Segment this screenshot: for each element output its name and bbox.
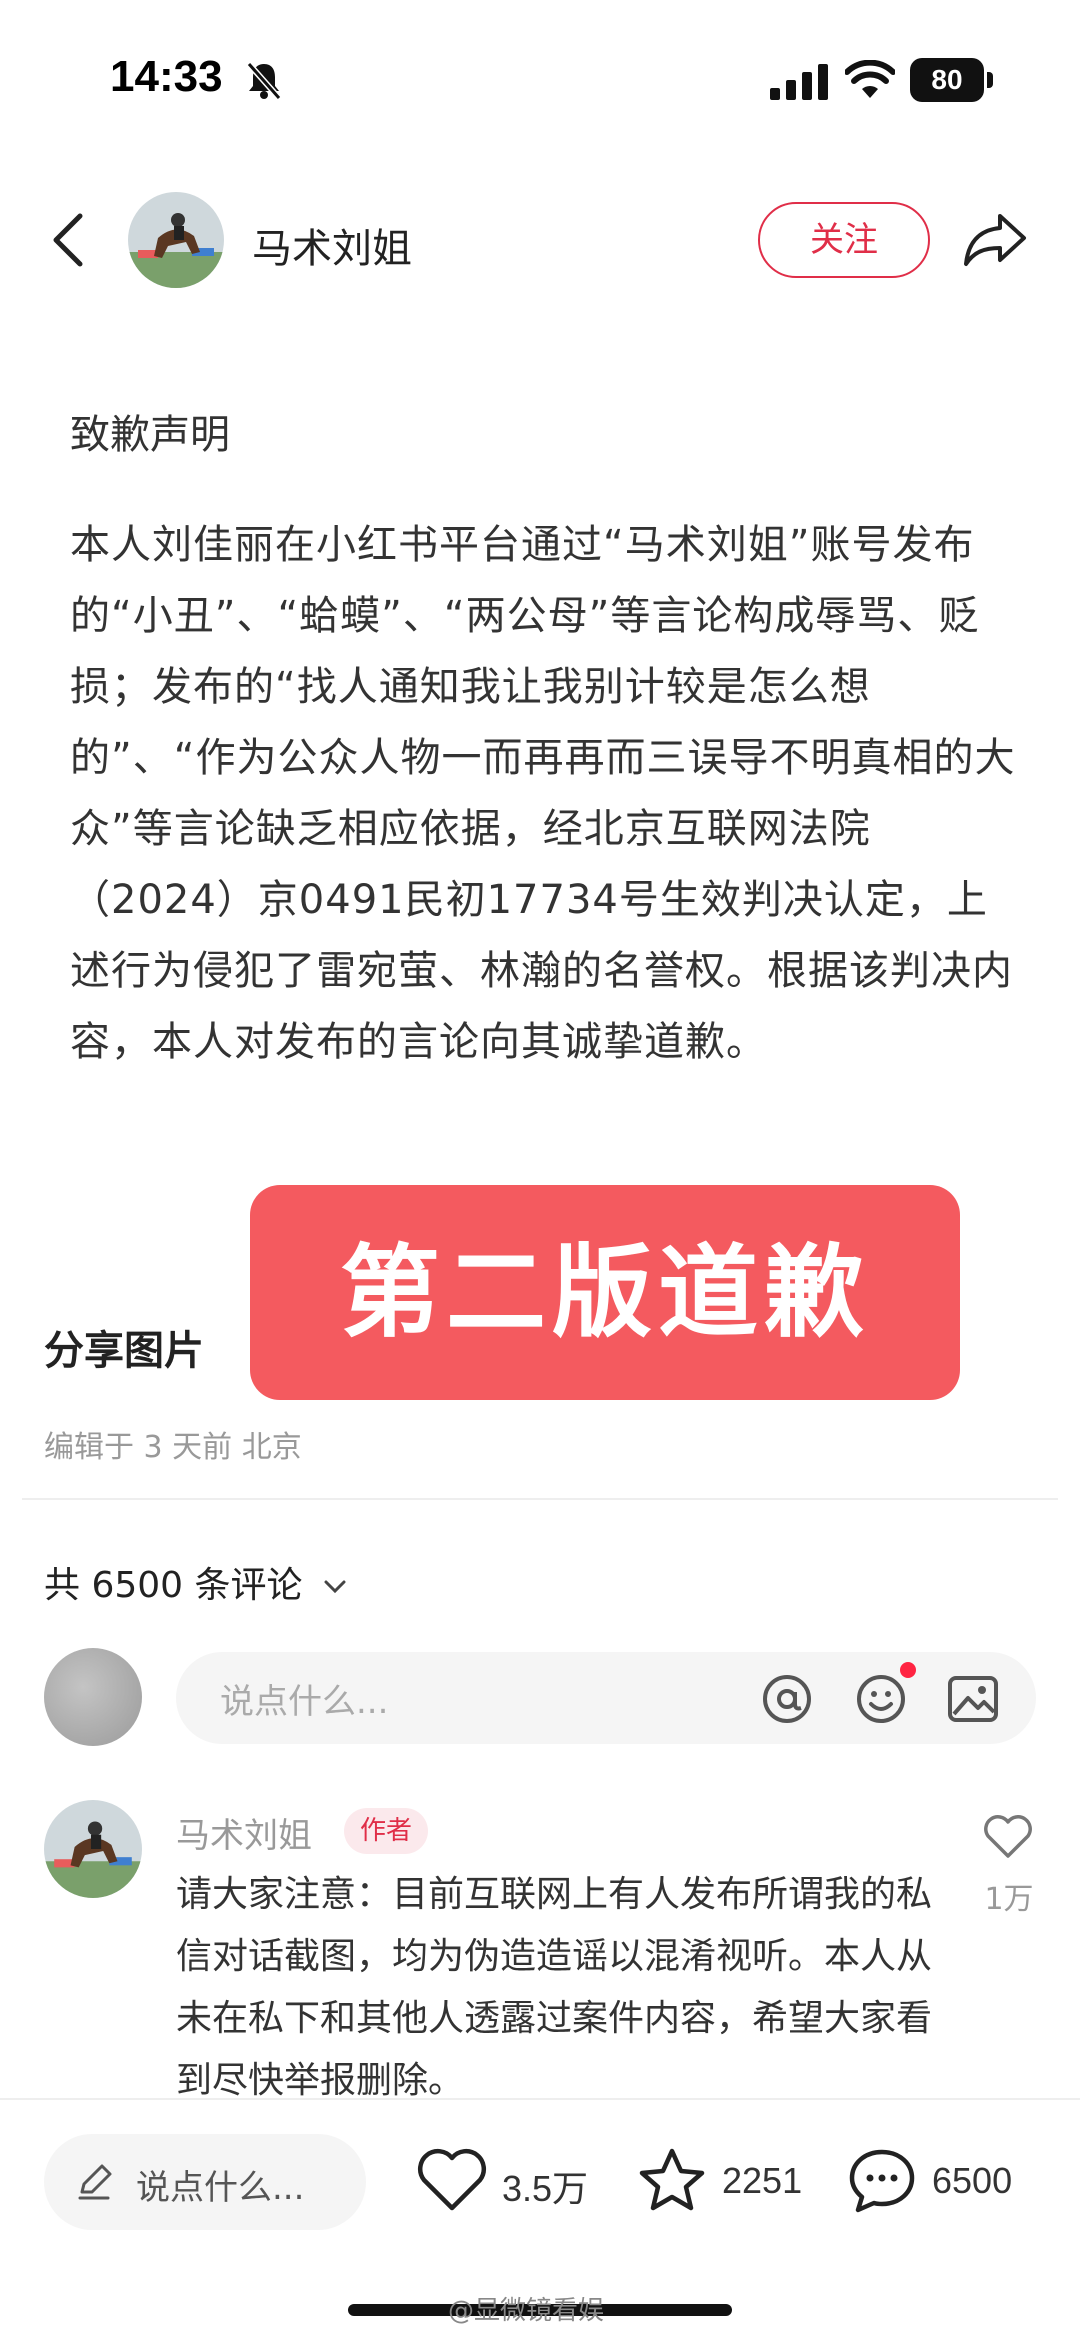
- note-title: 致歉声明: [70, 412, 230, 458]
- note-content: 致歉声明 本人刘佳丽在小红书平台通过“马术刘姐”账号发布的“小丑”、“蛤蟆”、“…: [70, 400, 1020, 1078]
- edit-info: 编辑于 3 天前 北京: [44, 1430, 302, 1465]
- share-images-label: 分享图片: [44, 1328, 204, 1374]
- pencil-icon: [78, 2164, 112, 2200]
- author-name[interactable]: 马术刘姐: [252, 216, 412, 274]
- chevron-down-icon: [324, 1580, 346, 1594]
- battery-level: 80: [910, 58, 984, 102]
- bottom-comment-input[interactable]: 说点什么...: [44, 2134, 366, 2230]
- at-mention-icon[interactable]: [760, 1672, 814, 1726]
- bottom-input-label: 说点什么...: [136, 2168, 305, 2208]
- share-icon[interactable]: [962, 210, 1028, 270]
- user-avatar: [44, 1648, 142, 1746]
- battery-icon: 80: [910, 58, 994, 102]
- comment-count-label: 共 6500 条评论: [44, 1565, 303, 1606]
- comment-action[interactable]: 6500: [846, 2140, 1046, 2224]
- comment-count[interactable]: 共 6500 条评论: [44, 1556, 346, 1608]
- divider: [22, 1498, 1058, 1500]
- comment-like-count: 1万: [984, 1882, 1034, 1917]
- watermark: @显微镜看娱: [448, 2296, 605, 2326]
- note-body: 本人刘佳丽在小红书平台通过“马术刘姐”账号发布的“小丑”、“蛤蟆”、“两公母”等…: [70, 522, 1016, 1065]
- image-icon[interactable]: [946, 1672, 1000, 1726]
- wifi-icon: [845, 60, 895, 98]
- comment-author-avatar[interactable]: [44, 1800, 142, 1898]
- note-header: 马术刘姐 关注: [0, 180, 1080, 300]
- overlay-banner: 第二版道歉: [250, 1185, 960, 1400]
- status-bar: 14:33 80: [0, 0, 1080, 150]
- author-avatar[interactable]: [128, 192, 224, 288]
- bell-muted-icon: [246, 62, 282, 100]
- back-icon[interactable]: [48, 210, 88, 270]
- comment-author[interactable]: 马术刘姐: [176, 1808, 312, 1857]
- heart-icon[interactable]: [982, 1812, 1034, 1860]
- collect-action[interactable]: 2251: [636, 2140, 816, 2224]
- like-action[interactable]: 3.5万: [416, 2140, 606, 2224]
- star-icon: [639, 2148, 705, 2211]
- comment-input[interactable]: 说点什么...: [176, 1652, 1036, 1744]
- comment-total: 6500: [932, 2160, 1013, 2201]
- collect-count: 2251: [722, 2160, 803, 2201]
- overlay-text: 第二版道歉: [340, 1234, 870, 1351]
- like-count: 3.5万: [502, 2168, 589, 2209]
- author-badge: 作者: [344, 1808, 428, 1854]
- comment-bubble-icon: [849, 2149, 915, 2213]
- follow-button[interactable]: 关注: [758, 202, 930, 278]
- emoji-icon[interactable]: [854, 1672, 908, 1726]
- status-time: 14:33: [110, 52, 223, 101]
- comment-text: 请大家注意：目前互联网上有人发布所谓我的私信对话截图，均为伪造造谣以混淆视听。本…: [176, 1874, 933, 2101]
- heart-icon: [417, 2148, 487, 2211]
- new-dot-badge: [900, 1662, 916, 1678]
- signal-icon: [770, 64, 828, 100]
- comment-input-placeholder: 说点什么...: [220, 1682, 389, 1722]
